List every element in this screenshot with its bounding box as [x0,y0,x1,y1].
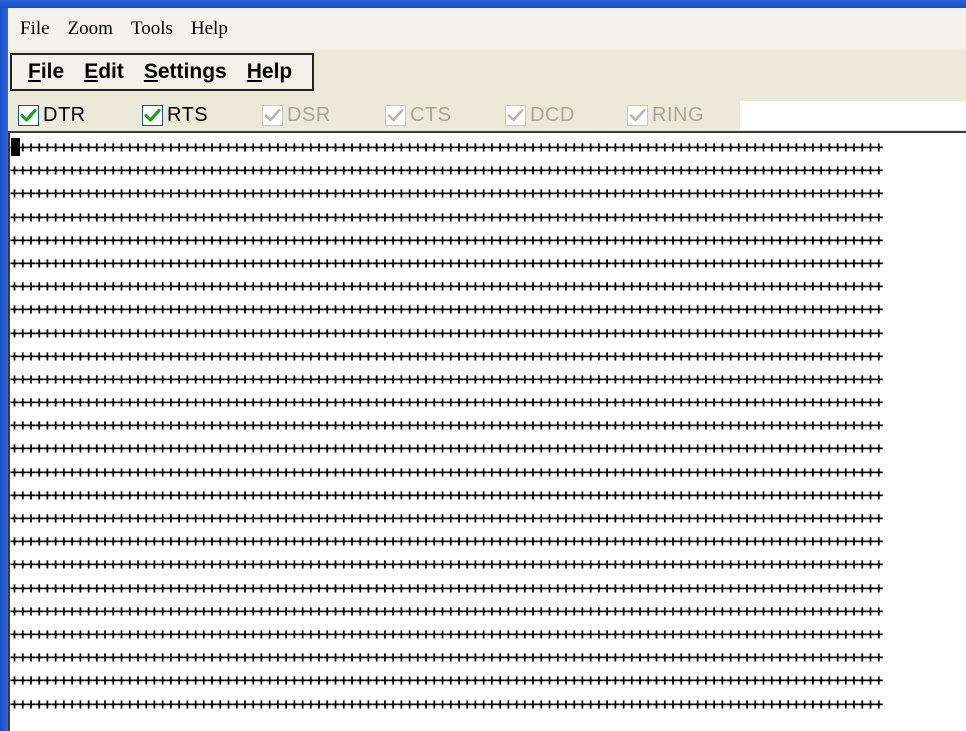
terminal-line: ++++++++++++++++++++++++++++++++++++++++… [10,393,883,412]
terminal-line: ++++++++++++++++++++++++++++++++++++++++… [10,369,883,388]
check-icon [387,109,404,122]
inner-menu-help[interactable]: Help [237,60,303,84]
outer-menu-file[interactable]: File [8,18,59,40]
terminal-line: ++++++++++++++++++++++++++++++++++++++++… [10,624,883,643]
terminal-line: ++++++++++++++++++++++++++++++++++++++++… [10,601,883,620]
signal-dtr-label: DTR [43,104,86,126]
checkbox-box [505,105,526,126]
terminal-line: ++++++++++++++++++++++++++++++++++++++++… [10,439,883,458]
terminal-line: ++++++++++++++++++++++++++++++++++++++++… [10,253,883,272]
checkbox-box [627,105,648,126]
inner-menu-file[interactable]: File [18,60,74,84]
app-window: File Zoom Tools Help File Edit Settings … [0,0,966,731]
terminal-line: ++++++++++++++++++++++++++++++++++++++++… [10,300,883,319]
terminal-line: ++++++++++++++++++++++++++++++++++++++++… [10,694,883,713]
checkbox-box [385,105,406,126]
signal-rts-checkbox[interactable]: RTS [142,101,208,130]
terminal-line: ++++++++++++++++++++++++++++++++++++++++… [10,462,883,481]
outer-menu-tools[interactable]: Tools [122,18,182,40]
terminal-output[interactable]: ++++++++++++++++++++++++++++++++++++++++… [8,131,966,731]
window-frame-left [0,8,8,731]
signal-dcd-label: DCD [530,104,575,126]
terminal-line: ++++++++++++++++++++++++++++++++++++++++… [10,346,883,365]
outer-menu-zoom[interactable]: Zoom [59,18,122,40]
inner-menu-edit[interactable]: Edit [74,60,134,84]
terminal-line: ++++++++++++++++++++++++++++++++++++++++… [10,207,883,226]
outer-menu-help[interactable]: Help [182,18,237,40]
text-cursor [11,138,20,156]
terminal-line: ++++++++++++++++++++++++++++++++++++++++… [10,277,883,296]
signal-dsr-label: DSR [287,104,331,126]
signal-rts-label: RTS [167,104,209,126]
signal-dcd-checkbox: DCD [505,101,575,130]
check-icon [629,109,646,122]
terminal-line: ++++++++++++++++++++++++++++++++++++++++… [10,184,883,203]
terminal-line: ++++++++++++++++++++++++++++++++++++++++… [10,555,883,574]
inner-menu-bar: File Edit Settings Help [10,53,315,91]
checkbox-box [18,105,39,126]
terminal-text: ++++++++++++++++++++++++++++++++++++++++… [10,136,883,716]
checkbox-box [262,105,283,126]
check-icon [144,108,161,122]
check-icon [264,109,281,122]
signal-cts-label: CTS [410,104,452,126]
signal-cts-checkbox: CTS [385,101,452,130]
terminal-line: ++++++++++++++++++++++++++++++++++++++++… [10,230,883,249]
checkbox-box [142,105,163,126]
check-icon [507,109,524,122]
terminal-line: ++++++++++++++++++++++++++++++++++++++++… [10,485,883,504]
signal-dsr-checkbox: DSR [262,101,331,130]
terminal-line: ++++++++++++++++++++++++++++++++++++++++… [10,671,883,690]
signal-ring-checkbox: RING [627,101,704,130]
terminal-line: ++++++++++++++++++++++++++++++++++++++++… [10,161,883,180]
check-icon [20,108,37,122]
signal-ring-label: RING [652,104,704,126]
inner-menu-settings[interactable]: Settings [134,60,237,84]
terminal-line: ++++++++++++++++++++++++++++++++++++++++… [10,138,883,156]
terminal-line: ++++++++++++++++++++++++++++++++++++++++… [10,416,883,435]
terminal-line: ++++++++++++++++++++++++++++++++++++++++… [10,648,883,667]
terminal-line: ++++++++++++++++++++++++++++++++++++++++… [10,323,883,342]
terminal-line: ++++++++++++++++++++++++++++++++++++++++… [10,509,883,527]
signal-dtr-checkbox[interactable]: DTR [18,101,86,130]
terminal-line: ++++++++++++++++++++++++++++++++++++++++… [10,578,883,597]
window-frame-top [0,0,966,8]
outer-menu-bar: File Zoom Tools Help [8,8,966,50]
terminal-line: ++++++++++++++++++++++++++++++++++++++++… [10,532,883,551]
